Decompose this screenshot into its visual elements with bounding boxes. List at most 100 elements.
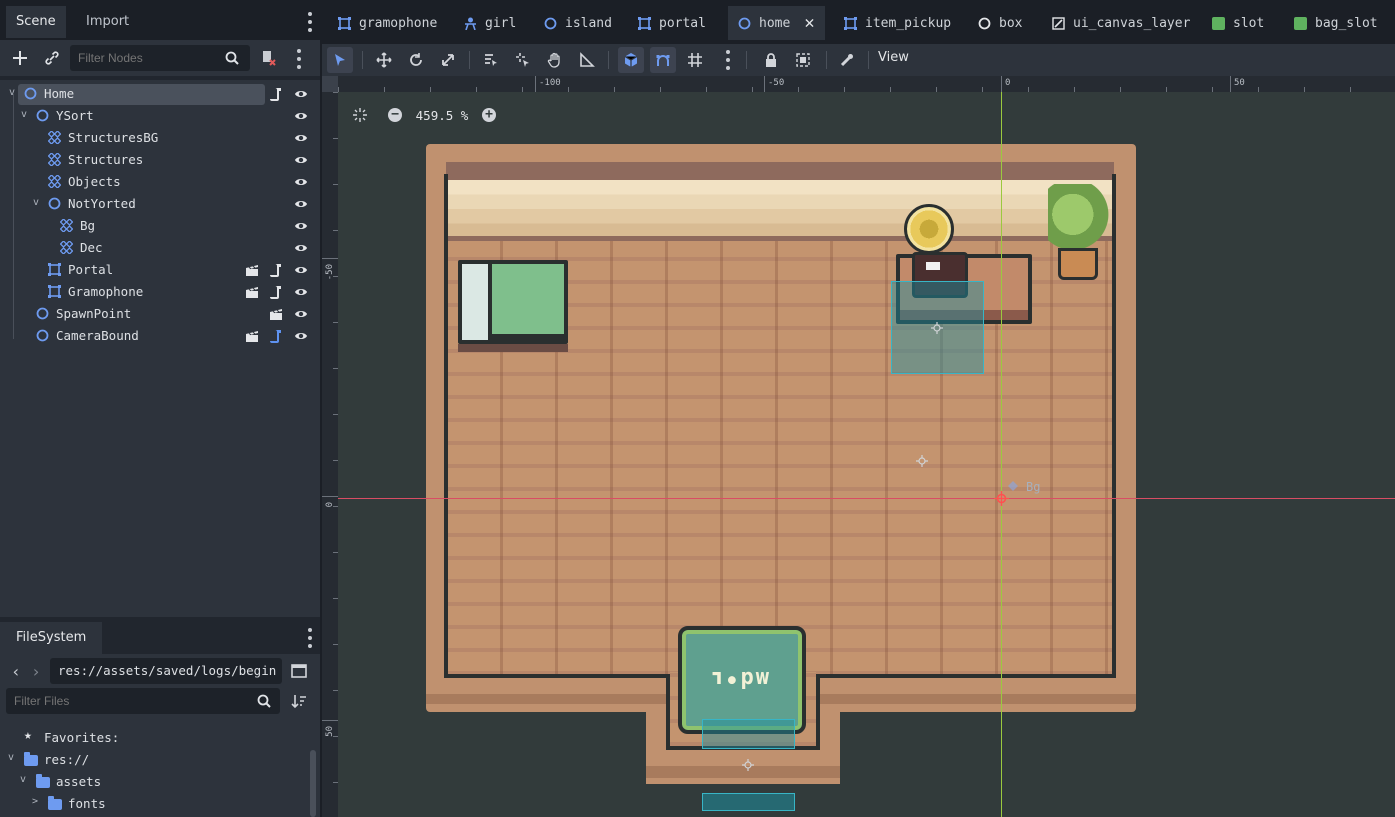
visibility-eye-icon[interactable] [294, 241, 308, 255]
chevron-down-icon[interactable]: v [30, 197, 42, 209]
visibility-eye-icon[interactable] [294, 131, 308, 145]
tree-node-dec[interactable]: Dec [0, 237, 320, 259]
filesystem-body: ‹ › res://assets/saved/logs/begin ★ Favo… [0, 654, 320, 817]
snap-options-icon[interactable] [721, 50, 735, 70]
tree-node-ysort[interactable]: v YSort [0, 105, 320, 127]
tree-node-home[interactable]: v Home [0, 83, 320, 105]
editable-instance-icon[interactable] [269, 307, 283, 321]
chevron-down-icon[interactable]: v [18, 109, 30, 121]
visibility-eye-icon[interactable] [294, 329, 308, 343]
tree-node-bg[interactable]: Bg [0, 215, 320, 237]
scene-menu-icon[interactable] [292, 49, 306, 69]
node-icon [978, 17, 991, 30]
zoom-in-button[interactable]: + [482, 108, 496, 122]
select-tool-button[interactable] [327, 47, 353, 73]
script-remove-icon[interactable] [258, 48, 278, 68]
visibility-eye-icon[interactable] [294, 153, 308, 167]
tree-node-gramophone[interactable]: Gramophone [0, 281, 320, 303]
scene-tab-girl[interactable]: girl [464, 6, 516, 40]
left-dock: Scene Import v Home v YSort StructuresBG Stru… [0, 0, 320, 817]
tab-scene[interactable]: Scene [6, 6, 66, 38]
script-icon[interactable] [269, 285, 283, 299]
grid-snap-toggle[interactable] [650, 47, 676, 73]
scene-tab-label: item_pickup [865, 15, 952, 31]
pivot-marker-icon[interactable] [742, 759, 754, 771]
zoom-out-button[interactable]: − [388, 108, 402, 122]
canvas-viewport[interactable]: -100 -50 0 50 -50 0 50 − 459.5 % + ʍd•ʟ … [322, 76, 1395, 817]
back-icon[interactable]: ‹ [8, 662, 24, 681]
filter-files-input[interactable] [6, 688, 280, 714]
scene-tab-gramophone[interactable]: gramophone [338, 6, 437, 40]
group-button[interactable] [790, 47, 816, 73]
tree-node-objects[interactable]: Objects [0, 171, 320, 193]
ruler-minor-ticks [333, 92, 338, 817]
visibility-eye-icon[interactable] [294, 109, 308, 123]
tree-node-structuresbg[interactable]: StructuresBG [0, 127, 320, 149]
zoom-reset-icon[interactable] [352, 107, 368, 123]
visibility-eye-icon[interactable] [294, 197, 308, 211]
tree-node-camerabound[interactable]: CameraBound [0, 325, 320, 347]
pivot-marker-icon[interactable] [916, 455, 928, 467]
filter-nodes-input[interactable] [70, 45, 250, 71]
scene-tab-label: island [565, 15, 612, 31]
tab-filesystem[interactable]: FileSystem [0, 622, 103, 654]
scene-tab-bag-slot[interactable]: bag_slot [1294, 6, 1378, 40]
forward-icon[interactable]: › [28, 662, 44, 681]
ruler-tool-button[interactable] [574, 47, 600, 73]
dock-menu-icon[interactable] [303, 12, 317, 32]
chevron-down-icon[interactable]: v [6, 87, 18, 99]
pivot-tool-button[interactable] [510, 47, 536, 73]
tab-import[interactable]: Import [76, 6, 139, 38]
scene-tab-slot[interactable]: slot [1212, 6, 1264, 40]
script-icon[interactable] [269, 329, 283, 343]
origin-crosshair-icon[interactable] [994, 491, 1009, 506]
move-tool-button[interactable] [371, 47, 397, 73]
visibility-eye-icon[interactable] [294, 175, 308, 189]
scene-tab-item-pickup[interactable]: item_pickup [844, 6, 951, 40]
scene-tab-home[interactable]: home ✕ [728, 6, 825, 40]
zoom-level[interactable]: 459.5 % [412, 108, 472, 123]
instance-link-icon[interactable] [42, 48, 62, 68]
list-select-button[interactable] [478, 47, 504, 73]
tree-node-portal[interactable]: Portal [0, 259, 320, 281]
tree-node-structures[interactable]: Structures [0, 149, 320, 171]
editable-instance-icon[interactable] [245, 263, 259, 277]
sort-icon[interactable] [290, 692, 308, 710]
editable-instance-icon[interactable] [245, 285, 259, 299]
node2d-icon [24, 87, 37, 100]
tree-node-spawnpoint[interactable]: SpawnPoint [0, 303, 320, 325]
tilemap-icon [47, 130, 62, 145]
rotate-tool-button[interactable] [403, 47, 429, 73]
pan-tool-button[interactable] [542, 47, 568, 73]
pivot-marker-icon[interactable] [931, 322, 943, 334]
lock-button[interactable] [758, 47, 784, 73]
back-wall-paper [446, 180, 1114, 238]
scene-tab-portal[interactable]: portal [638, 6, 706, 40]
scene-tab-ui-canvas-layer[interactable]: ui_canvas_layer [1052, 6, 1190, 40]
smart-snap-toggle[interactable] [618, 47, 644, 73]
skeleton-tool-button[interactable] [834, 47, 860, 73]
visibility-eye-icon[interactable] [294, 87, 308, 101]
script-icon[interactable] [269, 263, 283, 277]
scene-tab-island[interactable]: island [544, 6, 612, 40]
script-icon[interactable] [269, 87, 283, 101]
visibility-eye-icon[interactable] [294, 263, 308, 277]
close-icon[interactable]: ✕ [804, 13, 814, 33]
editable-instance-icon[interactable] [245, 329, 259, 343]
back-wall-top [446, 162, 1114, 180]
visibility-eye-icon[interactable] [294, 219, 308, 233]
scene-tab-box[interactable]: box [978, 6, 1022, 40]
portal-collision-shape[interactable] [702, 719, 795, 749]
visibility-eye-icon[interactable] [294, 307, 308, 321]
filesystem-scrollbar[interactable] [310, 750, 316, 817]
scale-tool-button[interactable] [435, 47, 461, 73]
grid-toggle-button[interactable] [682, 47, 708, 73]
visibility-eye-icon[interactable] [294, 285, 308, 299]
filesystem-menu-icon[interactable] [303, 628, 317, 648]
add-node-icon[interactable] [10, 48, 30, 68]
camera-bound-shape[interactable] [702, 793, 795, 811]
filesystem-path-field[interactable]: res://assets/saved/logs/begin [50, 658, 282, 684]
tree-node-notyorted[interactable]: v NotYorted [0, 193, 320, 215]
view-menu-button[interactable]: View [878, 50, 909, 65]
split-view-icon[interactable] [290, 662, 308, 680]
